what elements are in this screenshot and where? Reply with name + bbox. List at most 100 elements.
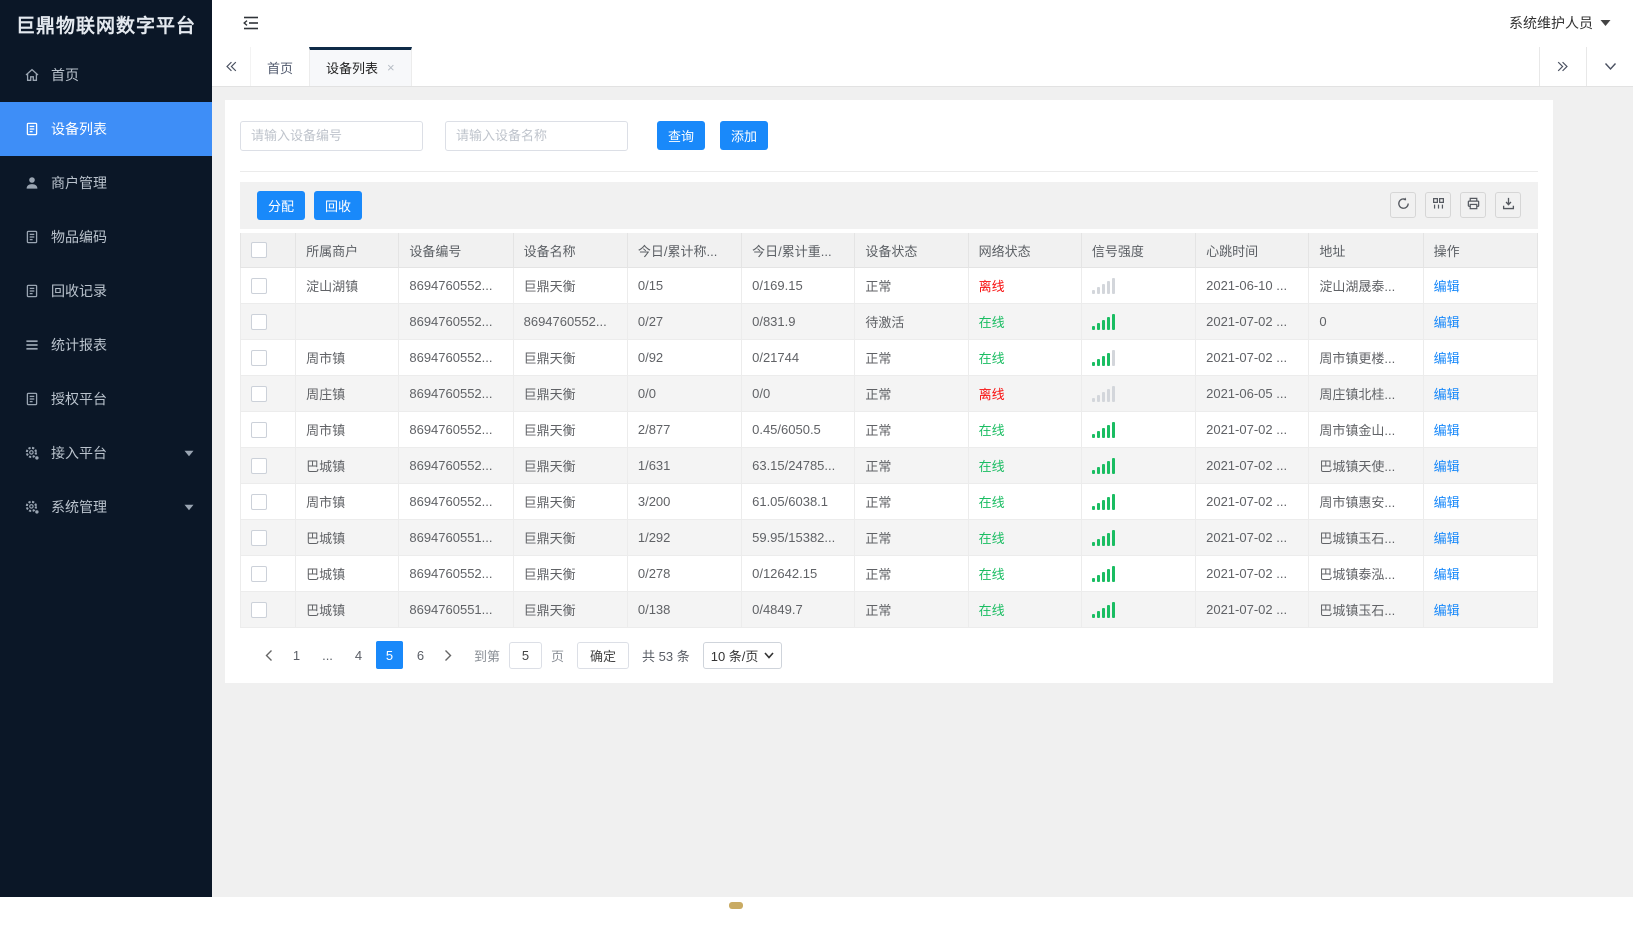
cell-network-status: 在线	[978, 567, 1005, 583]
prev-page-button[interactable]	[257, 641, 281, 669]
goto-page-input[interactable]	[509, 641, 543, 669]
signal-strength-icon	[1091, 385, 1185, 402]
sidebar-item-设备列表[interactable]: 设备列表	[0, 102, 212, 156]
row-checkbox[interactable]	[251, 529, 267, 546]
sidebar-item-商户管理[interactable]: 商户管理	[0, 156, 212, 210]
row-checkbox[interactable]	[251, 349, 267, 366]
tabs-scroll-right-button[interactable]	[1539, 46, 1586, 86]
column-header: 设备名称	[523, 243, 576, 259]
row-checkbox[interactable]	[251, 313, 267, 330]
cell-heartbeat: 2021-07-02 ...	[1206, 422, 1288, 438]
tab-device-list[interactable]: 设备列表 ×	[309, 46, 412, 86]
cell-merchant: 周市镇	[306, 351, 346, 367]
user-label: 系统维护人员	[1509, 15, 1593, 32]
tab-home[interactable]: 首页	[251, 47, 309, 86]
sidebar-item-接入平台[interactable]: 接入平台	[0, 426, 212, 480]
edit-link[interactable]: 编辑	[1434, 423, 1460, 438]
sidebar-item-统计报表[interactable]: 统计报表	[0, 318, 212, 372]
cell-today-count: 1/292	[637, 530, 671, 546]
assign-button[interactable]: 分配	[257, 190, 306, 220]
cell-network-status: 在线	[978, 459, 1005, 475]
cell-network-status: 在线	[978, 423, 1005, 439]
horizontal-scrollbar-thumb[interactable]	[729, 902, 743, 909]
topbar: 系统维护人员	[212, 0, 1633, 47]
sidebar-item-首页[interactable]: 首页	[0, 48, 212, 102]
row-checkbox[interactable]	[251, 601, 267, 618]
add-button[interactable]: 添加	[720, 121, 769, 151]
page-number-6[interactable]: 6	[407, 641, 434, 669]
edit-link[interactable]: 编辑	[1434, 495, 1460, 510]
tab-label: 设备列表	[326, 61, 379, 77]
sidebar-item-系统管理[interactable]: 系统管理	[0, 480, 212, 534]
device-name-input[interactable]	[445, 120, 628, 151]
cell-network-status: 离线	[978, 279, 1005, 295]
cell-merchant: 周市镇	[306, 423, 346, 439]
cell-merchant: 巴城镇	[306, 459, 346, 475]
table-row: 8694760552... 8694760552... 0/27 0/831.9 待激活…	[239, 303, 1539, 341]
cell-device-status: 正常	[865, 603, 892, 619]
query-button[interactable]: 查询	[657, 121, 706, 151]
cell-device-status: 正常	[865, 495, 892, 511]
sidebar-item-物品编码[interactable]: 物品编码	[0, 210, 212, 264]
edit-link[interactable]: 编辑	[1434, 531, 1460, 546]
menu-fold-icon[interactable]	[241, 14, 261, 32]
page-number-1[interactable]: 1	[283, 641, 310, 669]
row-checkbox[interactable]	[251, 277, 267, 294]
recycle-button[interactable]: 回收	[314, 190, 363, 220]
sidebar-item-label: 统计报表	[51, 337, 107, 353]
cell-device-name: 巨鼎天衡	[523, 279, 576, 295]
sidebar: 巨鼎物联网数字平台 首页 设备列表 商户管理 物品编码 回收记录 统计报表 授权平台 接入平台…	[0, 0, 212, 897]
cell-heartbeat: 2021-07-02 ...	[1206, 602, 1288, 618]
tabs-menu-button[interactable]	[1586, 46, 1633, 86]
cell-device-status: 正常	[865, 459, 892, 475]
column-header: 今日/累计称...	[637, 243, 718, 259]
cell-device-status: 正常	[865, 423, 892, 439]
cell-network-status: 在线	[978, 531, 1005, 547]
select-all-checkbox[interactable]	[251, 242, 267, 259]
cell-heartbeat: 2021-06-05 ...	[1206, 386, 1288, 402]
sidebar-item-回收记录[interactable]: 回收记录	[0, 264, 212, 318]
edit-link[interactable]: 编辑	[1434, 459, 1460, 474]
app-root: 巨鼎物联网数字平台 首页 设备列表 商户管理 物品编码 回收记录 统计报表 授权平台 接入平台…	[0, 0, 1633, 897]
cell-address: 巴城镇玉石...	[1319, 603, 1396, 619]
edit-link[interactable]: 编辑	[1434, 567, 1460, 582]
device-no-input[interactable]	[240, 120, 423, 151]
cell-device-name: 巨鼎天衡	[523, 351, 576, 367]
confirm-button[interactable]: 确定	[577, 641, 630, 669]
edit-link[interactable]: 编辑	[1434, 279, 1460, 294]
row-checkbox[interactable]	[251, 457, 267, 474]
cell-today-count: 0/92	[637, 350, 664, 366]
signal-strength-icon	[1091, 493, 1185, 510]
row-checkbox[interactable]	[251, 493, 267, 510]
next-page-button[interactable]	[436, 641, 460, 669]
cell-today-weight: 0/831.9	[752, 314, 796, 330]
cell-address: 巴城镇泰泓...	[1319, 567, 1396, 583]
refresh-button[interactable]	[1390, 192, 1416, 219]
row-checkbox[interactable]	[251, 565, 267, 582]
columns-button[interactable]	[1425, 192, 1451, 219]
cell-device-name: 巨鼎天衡	[523, 567, 576, 583]
user-menu[interactable]: 系统维护人员	[1509, 13, 1611, 33]
row-checkbox[interactable]	[251, 385, 267, 402]
list-icon	[24, 337, 40, 353]
close-icon[interactable]: ×	[387, 60, 395, 75]
export-button[interactable]	[1495, 192, 1521, 219]
cell-today-count: 0/15	[637, 278, 664, 294]
edit-link[interactable]: 编辑	[1434, 603, 1460, 618]
row-checkbox[interactable]	[251, 421, 267, 438]
page-number-5[interactable]: 5	[376, 641, 403, 670]
cell-address: 巴城镇玉石...	[1319, 531, 1396, 547]
print-button[interactable]	[1460, 192, 1486, 219]
table-row: 巴城镇 8694760552... 巨鼎天衡 0/278 0/12642.15 正常 在线 2…	[239, 555, 1539, 593]
edit-link[interactable]: 编辑	[1434, 315, 1460, 330]
page-size-select[interactable]: 10 条/页	[702, 641, 783, 669]
tabs-scroll-left-button[interactable]	[212, 46, 251, 86]
cell-device-no: 8694760552...	[409, 494, 493, 510]
tabbar-right	[1539, 46, 1633, 86]
edit-link[interactable]: 编辑	[1434, 351, 1460, 366]
cell-address: 淀山湖晟泰...	[1319, 279, 1396, 295]
sidebar-item-授权平台[interactable]: 授权平台	[0, 372, 212, 426]
edit-link[interactable]: 编辑	[1434, 387, 1460, 402]
content-area: 查询 添加 分配 回收 所属商户设	[212, 86, 1633, 897]
page-number-4[interactable]: 4	[345, 641, 372, 669]
